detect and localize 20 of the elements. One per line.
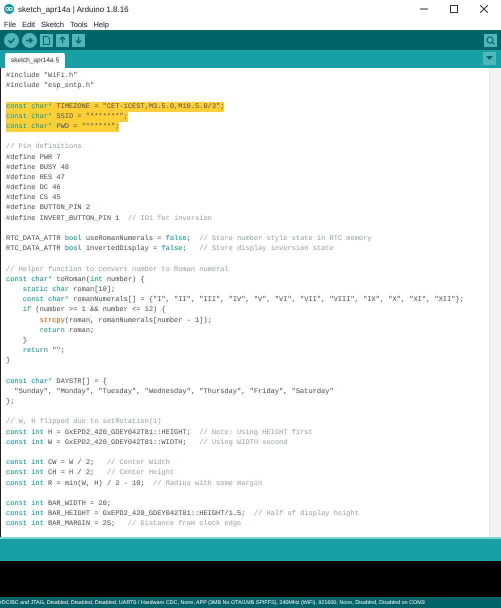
tab-menu-button[interactable] bbox=[483, 52, 496, 65]
upload-button[interactable] bbox=[22, 32, 37, 48]
arrow-down-icon bbox=[75, 36, 82, 44]
arrow-right-icon bbox=[25, 36, 34, 44]
close-icon bbox=[480, 5, 488, 13]
arrow-up-icon bbox=[59, 36, 66, 44]
search-icon bbox=[486, 36, 495, 44]
check-icon bbox=[7, 36, 16, 44]
save-button[interactable] bbox=[72, 34, 85, 46]
serial-monitor-button[interactable] bbox=[484, 34, 497, 46]
new-file-button[interactable] bbox=[40, 34, 53, 46]
open-button[interactable] bbox=[56, 34, 69, 46]
caret-icon bbox=[486, 56, 493, 61]
scrollbar[interactable] bbox=[489, 68, 501, 537]
file-icon bbox=[43, 36, 50, 44]
app-icon bbox=[4, 4, 14, 14]
window-title: sketch_apr14a | Arduino 1.8.16 bbox=[18, 4, 130, 14]
maximize-icon bbox=[450, 5, 458, 13]
code-editor[interactable] bbox=[0, 68, 501, 537]
verify-button[interactable] bbox=[4, 32, 19, 48]
